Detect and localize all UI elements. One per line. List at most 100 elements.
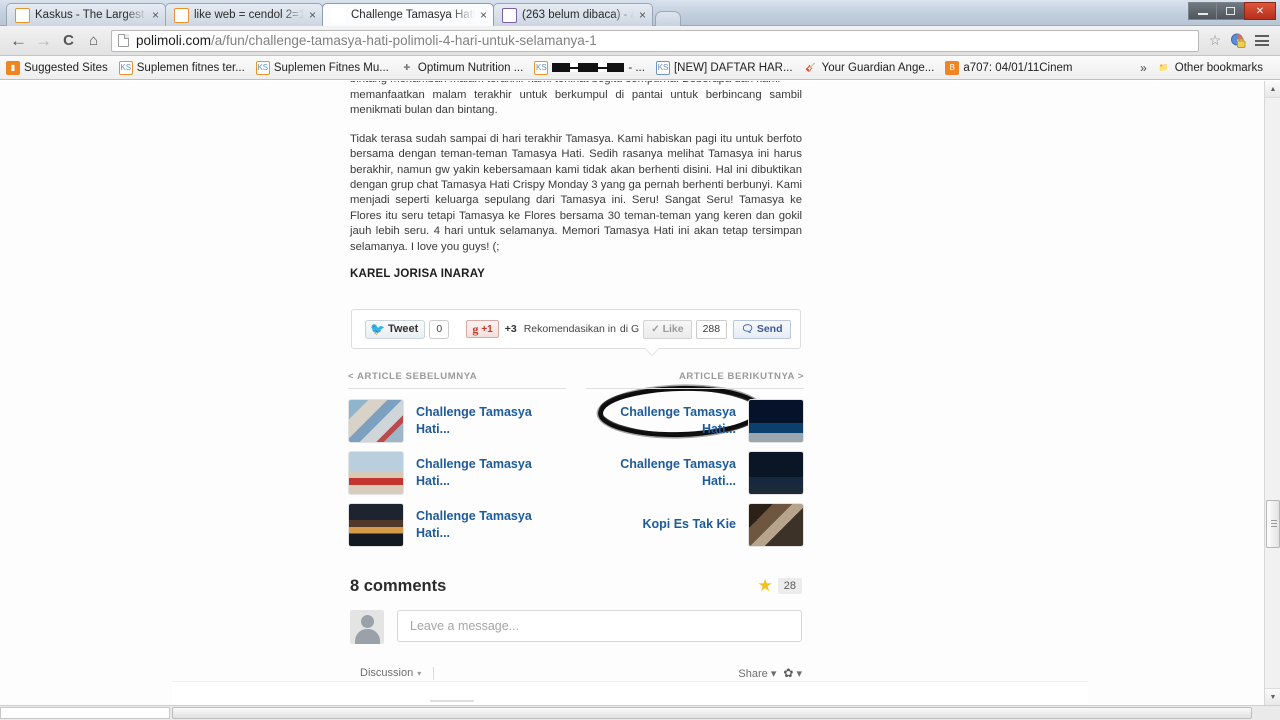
related-next-heading: ARTICLE BERIKUTNYA > xyxy=(586,371,804,389)
bookmark-label: Suplemen Fitnes Mu... xyxy=(273,61,389,74)
tab-title: like web = cendol 2=1 | Ka xyxy=(194,9,304,21)
gplus-extra-count: +3 xyxy=(504,323,517,335)
bookmark-label: - ... xyxy=(628,61,645,74)
bookmark-label: Other bookmarks xyxy=(1174,61,1263,74)
minimize-button[interactable] xyxy=(1188,2,1217,20)
google-plus-one-button[interactable]: g +1 xyxy=(466,320,499,338)
related-item[interactable]: Challenge Tamasya Hati... xyxy=(348,501,566,548)
related-item[interactable]: Challenge Tamasya Hati... xyxy=(586,397,804,444)
maximize-button[interactable] xyxy=(1216,2,1245,20)
comment-input[interactable]: Leave a message... xyxy=(397,610,802,642)
share-bar-callout-tail xyxy=(645,348,659,355)
optimum-nutrition-icon: ✛ xyxy=(403,63,411,72)
tab-close-icon[interactable]: × xyxy=(639,9,646,21)
related-item-title: Challenge Tamasya Hati... xyxy=(620,404,736,436)
comment-compose-row: Leave a message... xyxy=(350,610,802,644)
extension-icon[interactable] xyxy=(1226,29,1250,53)
bookmark-label: [NEW] DAFTAR HAR... xyxy=(673,61,793,74)
scroll-up-icon[interactable]: ▲ xyxy=(1265,81,1280,98)
discussion-dropdown[interactable]: Discussion ▾ xyxy=(360,666,435,680)
related-next-column: ARTICLE BERIKUTNYA > Challenge Tamasya H… xyxy=(586,371,804,553)
facebook-send-button[interactable]: 🗨 Send xyxy=(733,319,791,339)
bookmark-optimum-nutrition[interactable]: ✛ Optimum Nutrition ... xyxy=(400,61,524,75)
browser-tab-challenge-tamasya-hati[interactable]: P Challenge Tamasya Hati P × xyxy=(322,3,494,26)
bookmark-suggested-sites[interactable]: ▮ Suggested Sites xyxy=(6,60,108,75)
tab-close-icon[interactable]: × xyxy=(152,9,159,21)
other-bookmarks-folder[interactable]: 📁 Other bookmarks xyxy=(1157,61,1263,75)
kaskus-icon: KS xyxy=(174,7,189,23)
settings-dropdown[interactable]: ✿ ▾ xyxy=(783,666,802,680)
related-item[interactable]: Challenge Tamasya Hati... xyxy=(348,397,566,444)
redacted-title-bar xyxy=(552,63,625,72)
forward-icon[interactable]: → xyxy=(31,28,56,53)
chevron-down-icon: ▾ xyxy=(770,667,777,680)
back-icon[interactable]: ← xyxy=(6,28,31,53)
comments-header: 8 comments ★ 28 xyxy=(350,576,802,596)
related-previous-column: < ARTICLE SEBELUMNYA Challenge Tamasya H… xyxy=(348,371,566,553)
article-thumbnail xyxy=(348,502,404,547)
url-path: /a/fun/challenge-tamasya-hati-polimoli-4… xyxy=(211,33,597,48)
scroll-down-icon[interactable]: ▼ xyxy=(1265,688,1280,705)
browser-window: KS Kaskus - The Largest Indo × KS like w… xyxy=(0,0,1280,720)
article-text: memanfaatkan malam terakhir untuk berkum… xyxy=(350,88,802,255)
divider xyxy=(433,666,435,680)
bookmark-new-daftar-har[interactable]: KS [NEW] DAFTAR HAR... xyxy=(655,60,793,75)
related-item-title: Challenge Tamasya Hati... xyxy=(416,508,532,540)
bookmark-star-icon[interactable]: ☆ xyxy=(1204,30,1226,52)
horizontal-scrollbar-track-left[interactable] xyxy=(0,707,170,719)
facebook-like-label: Like xyxy=(662,323,684,335)
chrome-menu-icon[interactable] xyxy=(1250,35,1274,46)
facebook-like-button[interactable]: ✓ Like xyxy=(643,319,692,339)
bookmark-your-guardian-angel[interactable]: 🎸 Your Guardian Ange... xyxy=(804,61,935,75)
home-icon[interactable]: ⌂ xyxy=(81,28,106,53)
related-item-title: Kopi Es Tak Kie xyxy=(642,517,736,531)
bookmark-redacted[interactable]: KS - ... xyxy=(534,60,645,75)
article-thumbnail xyxy=(748,450,804,495)
comments-section: 8 comments ★ 28 Leave a message... Discu… xyxy=(350,576,802,680)
tab-close-icon[interactable]: × xyxy=(309,9,316,21)
tab-close-icon[interactable]: × xyxy=(480,9,487,21)
article-clipped-line: bintang menambah malam terakhir kami ter… xyxy=(350,81,802,88)
twitter-bird-icon: 🐦 xyxy=(370,322,385,336)
bookmarks-bar: ▮ Suggested Sites KS Suplemen fitnes ter… xyxy=(0,56,1280,80)
bookmark-suplemen-fitnes-ter[interactable]: KS Suplemen fitnes ter... xyxy=(118,60,245,75)
vertical-scrollbar[interactable]: ▲ ▼ xyxy=(1264,81,1280,705)
article-byline: KAREL JORISA INARAY xyxy=(350,268,486,281)
related-item[interactable]: Challenge Tamasya Hati... xyxy=(586,449,804,496)
blogger-icon: B xyxy=(945,60,960,75)
close-button[interactable]: ✕ xyxy=(1244,2,1276,20)
address-bar[interactable]: polimoli.com/a/fun/challenge-tamasya-hat… xyxy=(111,29,1199,52)
related-item[interactable]: Challenge Tamasya Hati... xyxy=(348,449,566,496)
guitar-icon: 🎸 xyxy=(805,63,816,72)
horizontal-scrollbar[interactable] xyxy=(0,705,1280,720)
url-host: polimoli.com xyxy=(136,33,212,48)
browser-tab-kaskus[interactable]: KS Kaskus - The Largest Indo × xyxy=(6,3,166,26)
article-thumbnail xyxy=(348,450,404,495)
kaskus-icon: KS xyxy=(255,60,270,75)
bookmarks-overflow-icon[interactable]: » xyxy=(1140,61,1147,75)
horizontal-scrollbar-thumb[interactable] xyxy=(172,707,1252,719)
chevron-down-icon: ▾ xyxy=(796,668,802,680)
facebook-like-count[interactable]: 288 xyxy=(695,319,728,339)
kaskus-icon: KS xyxy=(534,60,549,75)
tweet-count[interactable]: 0 xyxy=(429,319,450,339)
comments-badge-count: 28 xyxy=(777,578,802,594)
browser-tab-mail[interactable]: ✉ (263 belum dibaca) - agha × xyxy=(493,3,653,26)
tweet-button[interactable]: 🐦 Tweet xyxy=(365,319,426,339)
new-tab-button[interactable] xyxy=(655,11,681,26)
bookmark-suplemen-fitnes-mu[interactable]: KS Suplemen Fitnes Mu... xyxy=(255,60,389,75)
reload-icon[interactable]: C xyxy=(56,28,81,53)
share-dropdown[interactable]: Share ▾ xyxy=(738,667,776,680)
related-item[interactable]: Kopi Es Tak Kie xyxy=(586,501,804,548)
social-share-bar: 🐦 Tweet 0 g +1 +3 Rekomendasikan in di G… xyxy=(351,309,801,349)
gplus-label: +1 xyxy=(481,323,493,335)
comments-footer-right: Share ▾ ✿ ▾ xyxy=(738,666,802,680)
folder-icon: 📁 xyxy=(1158,63,1169,72)
kaskus-icon: KS xyxy=(118,60,133,75)
browser-tab-like-web[interactable]: KS like web = cendol 2=1 | Ka × xyxy=(165,3,323,26)
article-paragraph: Tidak terasa sudah sampai di hari terakh… xyxy=(350,132,802,253)
gear-icon: ✿ xyxy=(783,666,794,680)
chevron-down-icon: ▾ xyxy=(417,668,422,678)
vertical-scrollbar-thumb[interactable] xyxy=(1266,500,1280,548)
bookmark-a707-cinem[interactable]: B a707: 04/01/11Cinem xyxy=(945,60,1072,75)
